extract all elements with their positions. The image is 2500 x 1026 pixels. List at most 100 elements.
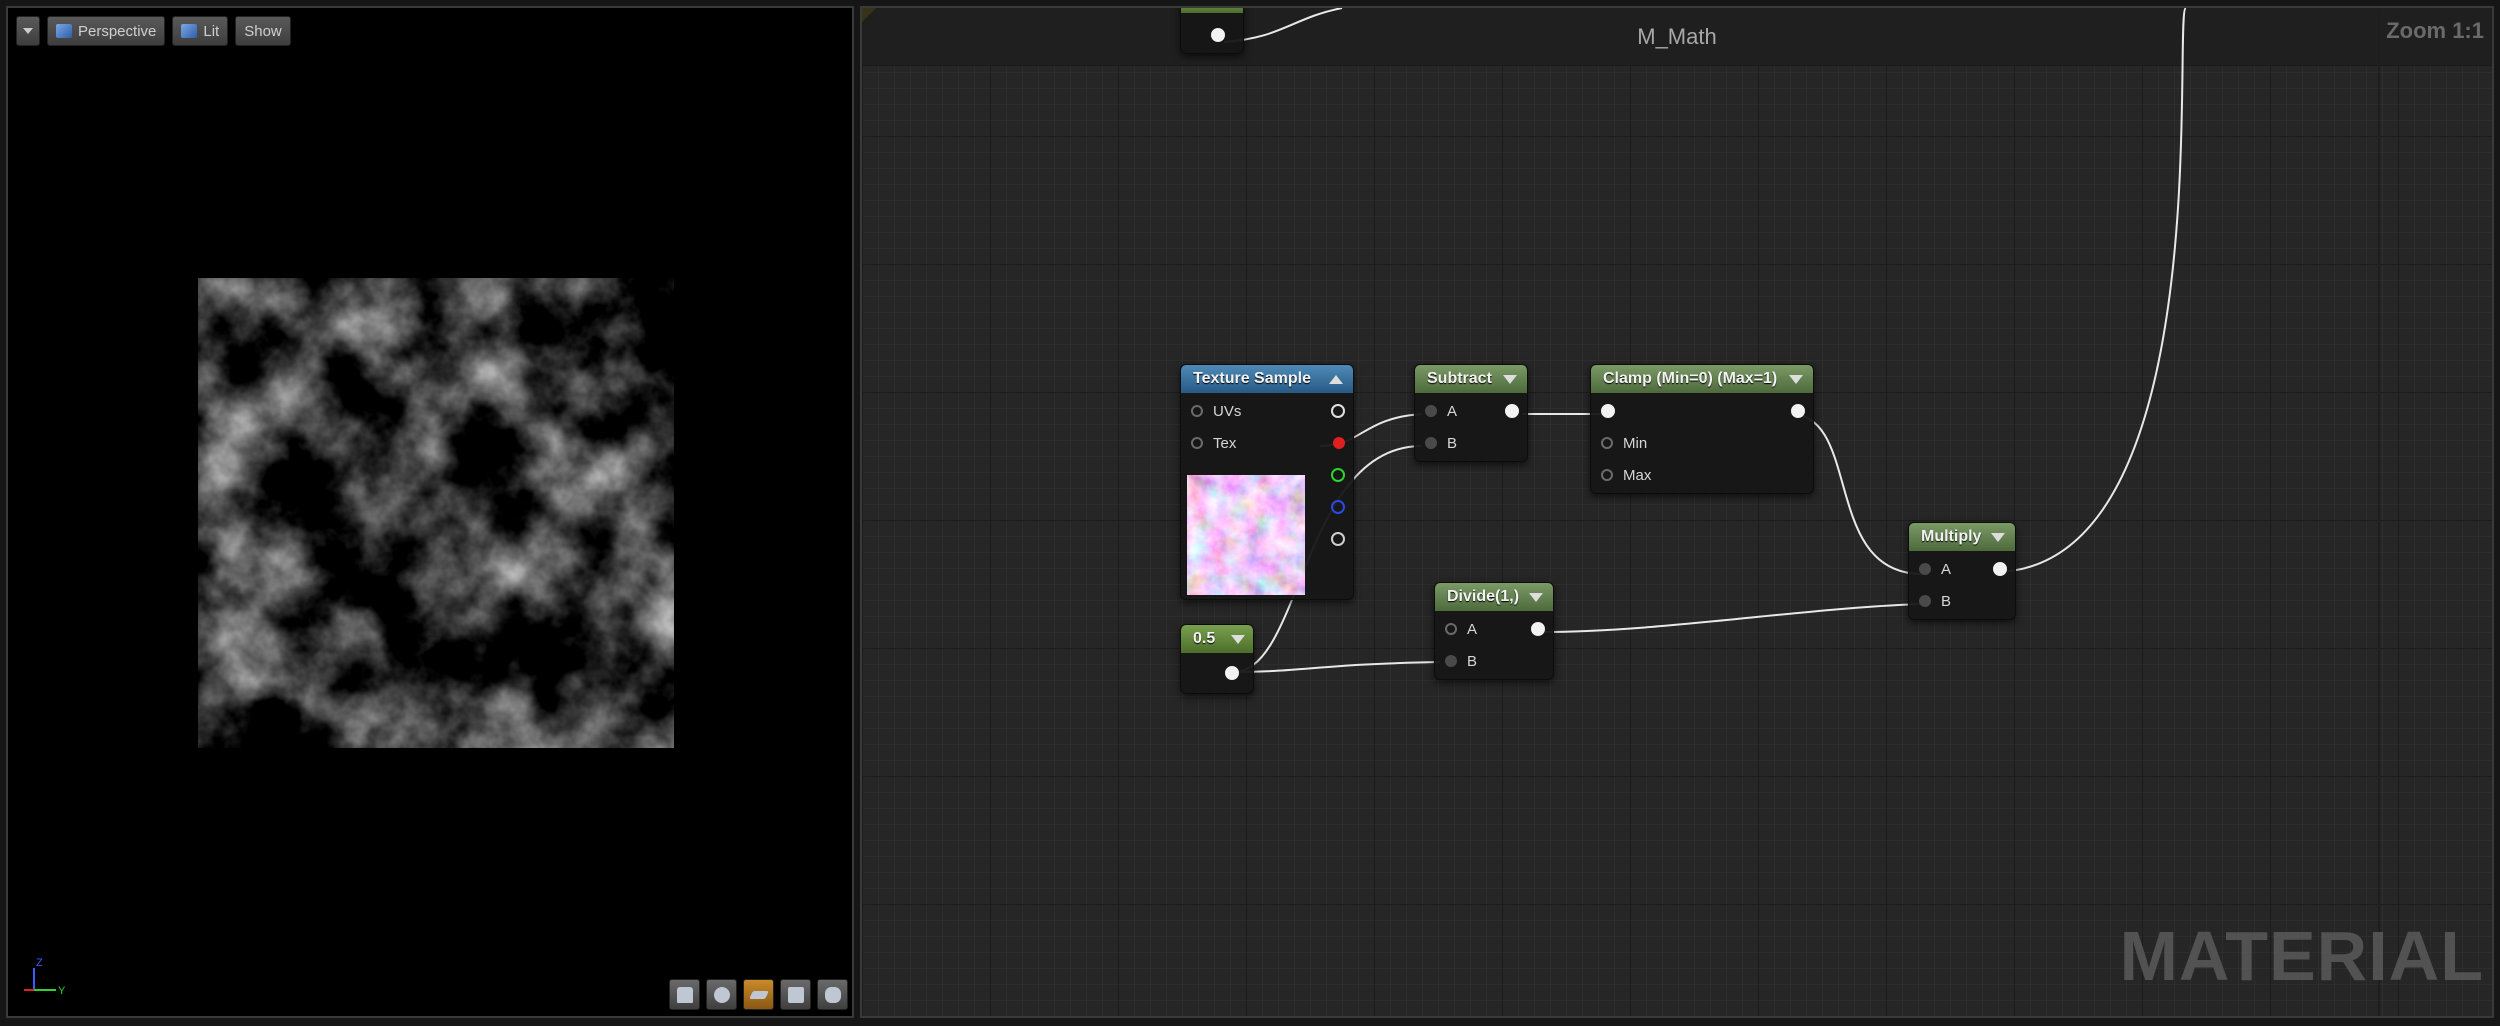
node-texture-sample[interactable]: Texture Sample UVs Tex — [1180, 364, 1354, 600]
clamp-input-max-label: Max — [1623, 466, 1652, 484]
pin-tex-socket[interactable] — [1191, 437, 1203, 449]
node-texture-sample-title: Texture Sample — [1193, 370, 1311, 387]
wire-divide-to-multiply-b — [1541, 603, 1923, 633]
lit-cube-icon — [181, 24, 198, 38]
multiply-input-b-socket[interactable] — [1919, 595, 1931, 607]
chevron-down-icon[interactable] — [1503, 374, 1517, 384]
node-constant-header[interactable]: 0.5 — [1181, 625, 1253, 653]
divide-input-b: B — [1445, 651, 1477, 671]
divide-input-a-label: A — [1467, 620, 1478, 638]
chevron-down-icon[interactable] — [1991, 532, 2005, 542]
node-multiply-header[interactable]: Multiply — [1909, 523, 2015, 551]
output-a-socket[interactable] — [1331, 532, 1345, 546]
show-button[interactable]: Show — [235, 16, 291, 46]
pin-tex: Tex — [1191, 433, 1236, 453]
chevron-down-icon[interactable] — [1789, 374, 1803, 384]
node-multiply-title: Multiply — [1921, 528, 1982, 545]
node-subtract-header[interactable]: Subtract — [1415, 365, 1527, 393]
pin-tex-label: Tex — [1213, 434, 1237, 452]
chevron-down-icon — [23, 28, 33, 34]
offscreen-node-header — [1181, 8, 1243, 13]
plane-icon — [748, 990, 769, 999]
material-watermark: MATERIAL — [2119, 917, 2484, 995]
clamp-output-socket[interactable] — [1791, 404, 1805, 418]
cube-icon — [787, 986, 804, 1003]
subtract-input-a-label: A — [1447, 402, 1458, 420]
preview-shape-toolbar — [669, 979, 848, 1010]
clamp-input-min-label: Min — [1623, 434, 1648, 452]
axis-z-label: Z — [36, 957, 43, 969]
subtract-input-a: A — [1425, 401, 1457, 421]
material-editor: Perspective Lit Show Z Y M_Math Zoom 1:1… — [0, 0, 2500, 1026]
preview-cube-button[interactable] — [780, 979, 811, 1010]
preview-plane-button[interactable] — [743, 979, 774, 1010]
output-a — [1331, 529, 1345, 549]
divide-input-a-socket[interactable] — [1445, 623, 1457, 635]
node-divide-header[interactable]: Divide(1,) — [1435, 583, 1553, 611]
material-graph[interactable]: M_Math Zoom 1:1 Texture Sample UVs Tex S… — [860, 6, 2494, 1018]
pin-uvs-label: UVs — [1213, 402, 1242, 420]
graph-divider — [2378, 8, 2380, 1016]
graph-wires — [1223, 8, 2187, 673]
output-rgb-socket[interactable] — [1331, 404, 1345, 418]
node-divide[interactable]: Divide(1,) A B — [1434, 582, 1554, 680]
preview-cylinder-button[interactable] — [669, 979, 700, 1010]
zoom-label: Zoom 1:1 — [2386, 18, 2484, 43]
sphere-icon — [713, 986, 730, 1003]
multiply-output-socket[interactable] — [1993, 562, 2007, 576]
multiply-input-a: A — [1919, 559, 1951, 579]
show-label: Show — [244, 22, 282, 40]
perspective-button[interactable]: Perspective — [47, 16, 166, 46]
output-rgb — [1331, 401, 1345, 421]
offscreen-node-output — [1211, 25, 1225, 45]
node-multiply[interactable]: Multiply A B — [1908, 522, 2016, 620]
subtract-input-a-socket[interactable] — [1425, 405, 1437, 417]
chevron-down-icon[interactable] — [1529, 592, 1543, 602]
output-r-socket[interactable] — [1333, 437, 1345, 449]
output-b — [1331, 497, 1345, 517]
multiply-input-a-label: A — [1941, 560, 1952, 578]
node-clamp-title: Clamp (Min=0) (Max=1) — [1603, 370, 1778, 387]
multiply-input-a-socket[interactable] — [1919, 563, 1931, 575]
divide-input-a: A — [1445, 619, 1477, 639]
axis-y-label: Y — [58, 985, 66, 997]
output-b-socket[interactable] — [1331, 500, 1345, 514]
offscreen-node-stub[interactable] — [1180, 8, 1244, 54]
graph-title: M_Math — [862, 8, 2492, 66]
lit-button[interactable]: Lit — [172, 16, 229, 46]
divide-input-b-label: B — [1467, 652, 1478, 670]
preview-viewport[interactable]: Perspective Lit Show Z Y — [6, 6, 854, 1018]
constant-output-socket[interactable] — [1225, 666, 1239, 680]
clamp-input-value-socket[interactable] — [1601, 404, 1615, 418]
preview-noise-texture — [198, 278, 674, 748]
cylinder-icon — [676, 986, 693, 1003]
clamp-input-max-socket[interactable] — [1601, 469, 1613, 481]
subtract-input-b: B — [1425, 433, 1457, 453]
texture-thumbnail — [1187, 475, 1305, 595]
divide-input-b-socket[interactable] — [1445, 655, 1457, 667]
viewport-menu-button[interactable] — [16, 16, 40, 46]
pin-uvs-socket[interactable] — [1191, 405, 1203, 417]
node-texture-sample-header[interactable]: Texture Sample — [1181, 365, 1353, 393]
clamp-input-value — [1601, 401, 1615, 421]
node-clamp-header[interactable]: Clamp (Min=0) (Max=1) — [1591, 365, 1813, 393]
subtract-input-b-socket[interactable] — [1425, 437, 1437, 449]
wire-const-to-divide-b — [1233, 661, 1441, 673]
collapse-icon[interactable] — [1329, 374, 1343, 384]
viewport-toolbar: Perspective Lit Show — [16, 16, 291, 46]
preview-custom-mesh-button[interactable] — [817, 979, 848, 1010]
node-subtract[interactable]: Subtract A B — [1414, 364, 1528, 462]
subtract-input-b-label: B — [1447, 434, 1458, 452]
subtract-output-socket[interactable] — [1505, 404, 1519, 418]
divide-output — [1531, 619, 1545, 639]
node-divide-title: Divide(1,) — [1447, 588, 1520, 605]
output-g-socket[interactable] — [1331, 468, 1345, 482]
output-pin[interactable] — [1211, 28, 1225, 42]
chevron-down-icon[interactable] — [1231, 634, 1245, 644]
divide-output-socket[interactable] — [1531, 622, 1545, 636]
clamp-input-min-socket[interactable] — [1601, 437, 1613, 449]
node-clamp[interactable]: Clamp (Min=0) (Max=1) Min Max — [1590, 364, 1814, 494]
node-constant[interactable]: 0.5 — [1180, 624, 1254, 694]
preview-sphere-button[interactable] — [706, 979, 737, 1010]
perspective-label: Perspective — [78, 22, 157, 40]
